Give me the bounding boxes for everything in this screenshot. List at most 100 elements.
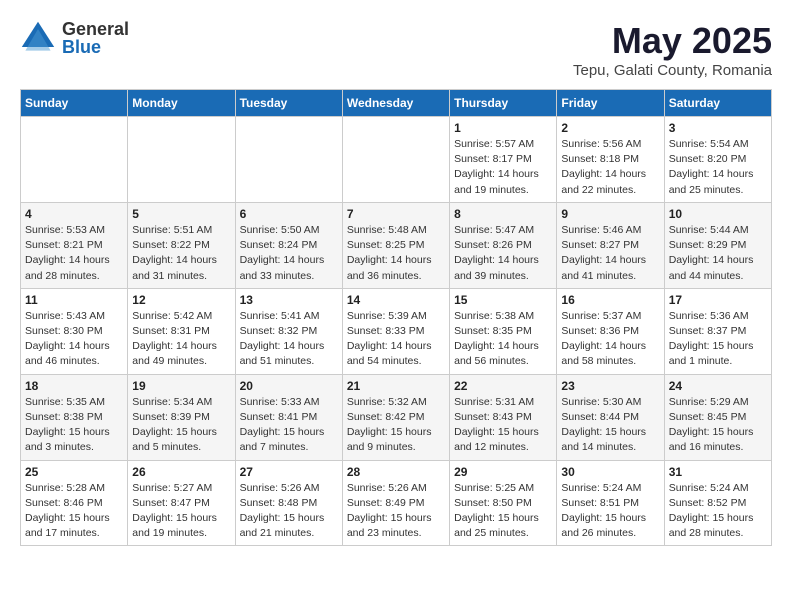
day-number: 27 [240,465,338,479]
day-number: 2 [561,121,659,135]
day-info: Sunrise: 5:26 AM Sunset: 8:49 PM Dayligh… [347,481,445,542]
day-info: Sunrise: 5:39 AM Sunset: 8:33 PM Dayligh… [347,309,445,370]
calendar-cell: 15Sunrise: 5:38 AM Sunset: 8:35 PM Dayli… [450,288,557,374]
day-info: Sunrise: 5:41 AM Sunset: 8:32 PM Dayligh… [240,309,338,370]
calendar-cell: 18 Sunrise: 5:35 AM Sunset: 8:38 PM Dayli… [21,374,128,460]
day-number: 26 [132,465,230,479]
day-number: 24 [669,379,767,393]
calendar-cell [342,117,449,203]
calendar-cell: 19 Sunrise: 5:34 AM Sunset: 8:39 PM Dayli… [128,374,235,460]
calendar-cell: 22 Sunrise: 5:31 AM Sunset: 8:43 PM Dayli… [450,374,557,460]
day-info: Sunrise: 5:53 AM Sunset: 8:21 PM Dayligh… [25,223,123,284]
calendar-cell: 4 Sunrise: 5:53 AM Sunset: 8:21 PM Daylig… [21,202,128,288]
calendar-cell: 16Sunrise: 5:37 AM Sunset: 8:36 PM Dayli… [557,288,664,374]
logo-text: General Blue [62,20,129,56]
calendar-cell: 23 Sunrise: 5:30 AM Sunset: 8:44 PM Dayli… [557,374,664,460]
week-row-0: 1 Sunrise: 5:57 AM Sunset: 8:17 PM Daylig… [21,117,772,203]
calendar-header-row: SundayMondayTuesdayWednesdayThursdayFrid… [21,90,772,117]
calendar-cell: 17Sunrise: 5:36 AM Sunset: 8:37 PM Dayli… [664,288,771,374]
header-sunday: Sunday [21,90,128,117]
day-info: Sunrise: 5:48 AM Sunset: 8:25 PM Dayligh… [347,223,445,284]
day-info: Sunrise: 5:44 AM Sunset: 8:29 PM Dayligh… [669,223,767,284]
calendar-cell: 28 Sunrise: 5:26 AM Sunset: 8:49 PM Dayli… [342,460,449,546]
day-number: 5 [132,207,230,221]
calendar-cell [128,117,235,203]
day-info: Sunrise: 5:24 AM Sunset: 8:51 PM Dayligh… [561,481,659,542]
day-number: 13 [240,293,338,307]
main-title: May 2025 [573,20,772,62]
day-info: Sunrise: 5:34 AM Sunset: 8:39 PM Dayligh… [132,395,230,456]
day-number: 31 [669,465,767,479]
logo: General Blue [20,20,129,56]
day-number: 11 [25,293,123,307]
day-info: Sunrise: 5:57 AM Sunset: 8:17 PM Dayligh… [454,137,552,198]
calendar-cell: 9 Sunrise: 5:46 AM Sunset: 8:27 PM Daylig… [557,202,664,288]
day-info: Sunrise: 5:32 AM Sunset: 8:42 PM Dayligh… [347,395,445,456]
header-wednesday: Wednesday [342,90,449,117]
calendar-cell: 2 Sunrise: 5:56 AM Sunset: 8:18 PM Daylig… [557,117,664,203]
calendar-cell: 27 Sunrise: 5:26 AM Sunset: 8:48 PM Dayli… [235,460,342,546]
logo-blue-text: Blue [62,38,129,56]
calendar-cell: 6 Sunrise: 5:50 AM Sunset: 8:24 PM Daylig… [235,202,342,288]
day-number: 9 [561,207,659,221]
calendar-cell: 13 Sunrise: 5:41 AM Sunset: 8:32 PM Dayli… [235,288,342,374]
day-info: Sunrise: 5:26 AM Sunset: 8:48 PM Dayligh… [240,481,338,542]
calendar-cell: 14 Sunrise: 5:39 AM Sunset: 8:33 PM Dayli… [342,288,449,374]
calendar-cell: 1 Sunrise: 5:57 AM Sunset: 8:17 PM Daylig… [450,117,557,203]
day-info: Sunrise: 5:25 AM Sunset: 8:50 PM Dayligh… [454,481,552,542]
calendar-cell [21,117,128,203]
calendar-cell: 26 Sunrise: 5:27 AM Sunset: 8:47 PM Dayli… [128,460,235,546]
day-info: Sunrise: 5:29 AM Sunset: 8:45 PM Dayligh… [669,395,767,456]
day-info: Sunrise: 5:24 AM Sunset: 8:52 PM Dayligh… [669,481,767,542]
calendar-cell [235,117,342,203]
day-number: 1 [454,121,552,135]
day-number: 14 [347,293,445,307]
day-info: Sunrise: 5:51 AM Sunset: 8:22 PM Dayligh… [132,223,230,284]
day-number: 19 [132,379,230,393]
calendar-cell: 7 Sunrise: 5:48 AM Sunset: 8:25 PM Daylig… [342,202,449,288]
day-number: 3 [669,121,767,135]
calendar-cell: 29Sunrise: 5:25 AM Sunset: 8:50 PM Dayli… [450,460,557,546]
day-number: 23 [561,379,659,393]
header-monday: Monday [128,90,235,117]
day-info: Sunrise: 5:54 AM Sunset: 8:20 PM Dayligh… [669,137,767,198]
day-number: 6 [240,207,338,221]
day-info: Sunrise: 5:47 AM Sunset: 8:26 PM Dayligh… [454,223,552,284]
calendar-cell: 12 Sunrise: 5:42 AM Sunset: 8:31 PM Dayli… [128,288,235,374]
day-info: Sunrise: 5:31 AM Sunset: 8:43 PM Dayligh… [454,395,552,456]
day-info: Sunrise: 5:46 AM Sunset: 8:27 PM Dayligh… [561,223,659,284]
logo-icon [20,20,56,56]
day-number: 25 [25,465,123,479]
day-info: Sunrise: 5:50 AM Sunset: 8:24 PM Dayligh… [240,223,338,284]
day-info: Sunrise: 5:35 AM Sunset: 8:38 PM Dayligh… [25,395,123,456]
week-row-4: 25 Sunrise: 5:28 AM Sunset: 8:46 PM Dayli… [21,460,772,546]
header-saturday: Saturday [664,90,771,117]
day-number: 16 [561,293,659,307]
subtitle: Tepu, Galati County, Romania [573,62,772,79]
day-info: Sunrise: 5:38 AM Sunset: 8:35 PM Dayligh… [454,309,552,370]
week-row-3: 18 Sunrise: 5:35 AM Sunset: 8:38 PM Dayli… [21,374,772,460]
week-row-1: 4 Sunrise: 5:53 AM Sunset: 8:21 PM Daylig… [21,202,772,288]
week-row-2: 11 Sunrise: 5:43 AM Sunset: 8:30 PM Dayli… [21,288,772,374]
day-info: Sunrise: 5:30 AM Sunset: 8:44 PM Dayligh… [561,395,659,456]
day-info: Sunrise: 5:56 AM Sunset: 8:18 PM Dayligh… [561,137,659,198]
day-info: Sunrise: 5:42 AM Sunset: 8:31 PM Dayligh… [132,309,230,370]
header-friday: Friday [557,90,664,117]
day-info: Sunrise: 5:28 AM Sunset: 8:46 PM Dayligh… [25,481,123,542]
calendar-cell: 10Sunrise: 5:44 AM Sunset: 8:29 PM Dayli… [664,202,771,288]
calendar-cell: 21 Sunrise: 5:32 AM Sunset: 8:42 PM Dayli… [342,374,449,460]
day-number: 21 [347,379,445,393]
day-info: Sunrise: 5:33 AM Sunset: 8:41 PM Dayligh… [240,395,338,456]
day-number: 22 [454,379,552,393]
day-number: 28 [347,465,445,479]
day-number: 7 [347,207,445,221]
day-number: 12 [132,293,230,307]
calendar-cell: 8 Sunrise: 5:47 AM Sunset: 8:26 PM Daylig… [450,202,557,288]
day-info: Sunrise: 5:43 AM Sunset: 8:30 PM Dayligh… [25,309,123,370]
header: General Blue May 2025 Tepu, Galati Count… [20,20,772,79]
day-number: 4 [25,207,123,221]
day-info: Sunrise: 5:27 AM Sunset: 8:47 PM Dayligh… [132,481,230,542]
day-number: 18 [25,379,123,393]
day-number: 8 [454,207,552,221]
calendar-table: SundayMondayTuesdayWednesdayThursdayFrid… [20,89,772,546]
